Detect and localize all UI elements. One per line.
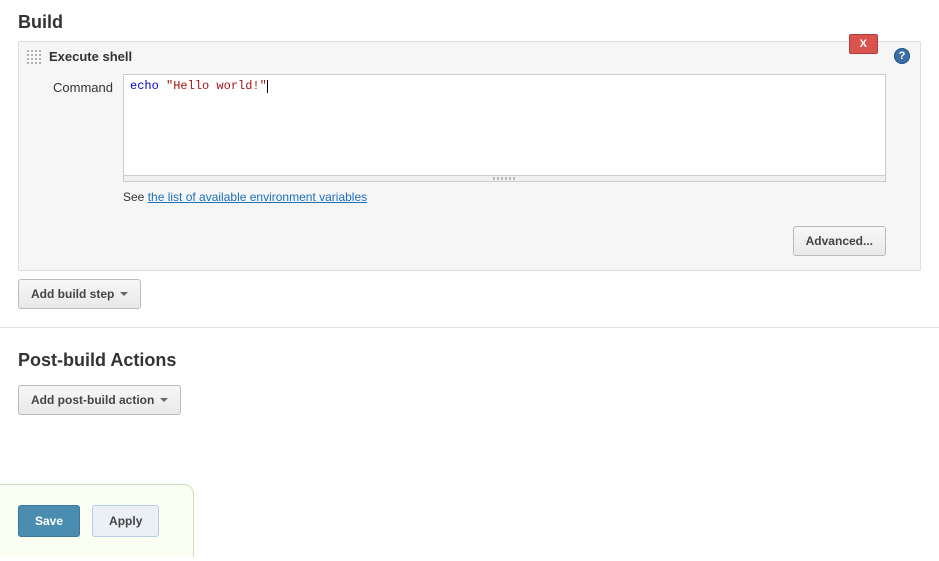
execute-shell-block: X Execute shell ? Command echo "Hello wo… (18, 41, 921, 271)
add-postbuild-action-button[interactable]: Add post-build action (18, 385, 181, 415)
save-button[interactable]: Save (18, 505, 80, 537)
env-vars-link[interactable]: the list of available environment variab… (148, 190, 367, 204)
apply-button[interactable]: Apply (92, 505, 159, 537)
build-section-title: Build (0, 0, 939, 41)
help-icon[interactable]: ? (894, 48, 910, 64)
command-label: Command (53, 74, 123, 95)
advanced-button[interactable]: Advanced... (793, 226, 886, 256)
postbuild-section-title: Post-build Actions (18, 338, 921, 379)
section-divider (0, 327, 939, 328)
command-hint: See the list of available environment va… (123, 182, 886, 218)
build-step-title: Execute shell (49, 49, 132, 64)
drag-handle-icon[interactable] (25, 48, 41, 64)
save-bar: Save Apply (0, 484, 194, 557)
chevron-down-icon (120, 292, 128, 296)
text-cursor-icon (267, 80, 268, 93)
add-build-step-button[interactable]: Add build step (18, 279, 141, 309)
command-input[interactable]: echo "Hello world!" (123, 74, 886, 176)
chevron-down-icon (160, 398, 168, 402)
resize-handle-icon[interactable] (123, 176, 886, 182)
